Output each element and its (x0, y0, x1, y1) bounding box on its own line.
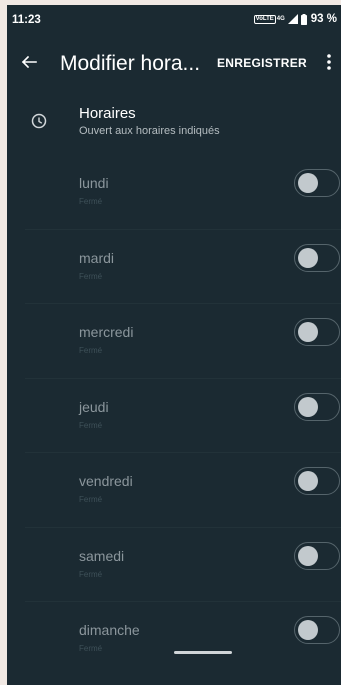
status-time: 11:23 (12, 14, 41, 26)
clock-icon (31, 113, 47, 129)
day-toggle[interactable] (294, 616, 340, 644)
day-row-vendredi: vendredi Fermé (25, 453, 341, 528)
day-row-mercredi: mercredi Fermé (25, 304, 341, 379)
day-row-samedi: samedi Fermé (25, 528, 341, 602)
day-status: Fermé (79, 644, 103, 653)
battery-percent: 93 % (310, 13, 337, 25)
day-toggle[interactable] (294, 318, 340, 346)
day-status: Fermé (79, 197, 103, 206)
day-name: vendredi (79, 473, 133, 489)
more-vert-icon (327, 53, 331, 75)
day-name: dimanche (79, 622, 140, 638)
status-bar: 11:23 VoLTE 4G 93 % (7, 5, 341, 35)
day-row-mardi: mardi Fermé (25, 230, 341, 304)
toolbar: Modifier hora... ENREGISTRER (7, 37, 341, 93)
day-toggle[interactable] (294, 243, 340, 272)
back-button[interactable] (15, 50, 43, 78)
day-status: Fermé (79, 569, 103, 579)
network-type: 4G (276, 16, 285, 22)
day-toggle[interactable] (294, 467, 340, 495)
page-title: Modifier hora... (60, 52, 201, 75)
day-name: mercredi (79, 324, 134, 340)
day-row-lundi: lundi Fermé (25, 155, 341, 230)
day-status: Fermé (79, 346, 103, 355)
day-toggle[interactable] (294, 541, 340, 570)
day-toggle[interactable] (294, 169, 340, 197)
arrow-back-icon (21, 54, 37, 75)
day-name: lundi (79, 175, 109, 191)
day-list: lundi Fermé mardi Fermé mercredi Fermé j… (7, 155, 341, 676)
home-indicator[interactable] (174, 651, 232, 654)
save-button[interactable]: ENREGISTRER (217, 56, 307, 70)
hours-section-header: Horaires Ouvert aux horaires indiqués (7, 101, 341, 145)
more-options-button[interactable] (321, 51, 337, 77)
day-status: Fermé (79, 420, 103, 430)
signal-icon (287, 14, 298, 24)
phone-screen: 11:23 VoLTE 4G 93 % Modifier hora... ENR… (7, 5, 341, 685)
day-name: samedi (79, 547, 125, 564)
day-status: Fermé (79, 495, 103, 504)
section-title: Horaires (79, 105, 136, 122)
day-row-jeudi: jeudi Fermé (25, 379, 341, 453)
day-toggle[interactable] (294, 392, 340, 421)
day-name: mardi (79, 249, 115, 266)
battery-icon (300, 13, 307, 25)
day-row-dimanche: dimanche Fermé (25, 602, 341, 676)
volte-icon: VoLTE (253, 14, 276, 24)
day-status: Fermé (79, 271, 103, 281)
day-name: jeudi (79, 398, 109, 415)
status-icons: VoLTE 4G 93 % (253, 13, 337, 25)
section-subtitle: Ouvert aux horaires indiqués (79, 125, 220, 137)
